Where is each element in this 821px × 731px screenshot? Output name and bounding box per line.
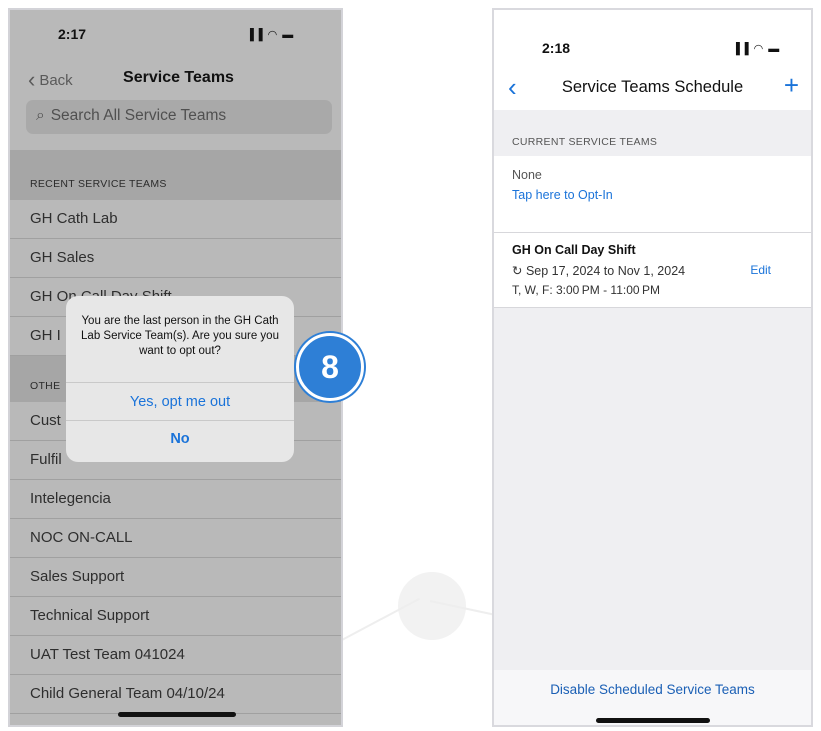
schedule-card[interactable]: GH On Call Day Shift ↻ Sep 17, 2024 to N… <box>494 233 811 308</box>
search-icon: ⌕ <box>36 107 45 124</box>
disable-scheduled-teams-button[interactable]: Disable Scheduled Service Teams <box>494 682 811 697</box>
nav-bar: ‹ Service Teams Schedule + <box>494 70 811 110</box>
edit-schedule-button[interactable]: Edit <box>750 263 771 277</box>
opt-in-link[interactable]: Tap here to Opt-In <box>512 188 613 202</box>
step-number-badge: 8 <box>296 333 364 401</box>
signal-wifi-battery-icon: ▐▐ ◠ ▬ <box>732 43 781 55</box>
list-item[interactable]: Child General Team 04/10/24 <box>10 675 341 714</box>
right-phone-screen: 2:18 ▐▐ ◠ ▬ ‹ Service Teams Schedule + C… <box>492 8 813 727</box>
home-indicator <box>596 718 710 723</box>
section-header-recent: RECENT SERVICE TEAMS <box>10 150 341 200</box>
list-item[interactable]: Technical Support <box>10 597 341 636</box>
nav-bar: ‹ Back Service Teams <box>10 60 341 100</box>
list-item[interactable]: Intelegencia <box>10 480 341 519</box>
schedule-team-name: GH On Call Day Shift <box>512 243 636 257</box>
status-time: 2:18 <box>542 40 571 56</box>
alert-message: You are the last person in the GH Cath L… <box>81 315 279 357</box>
list-item[interactable]: Sales Support <box>10 558 341 597</box>
search-placeholder: Search All Service Teams <box>50 107 227 124</box>
opt-out-cancel-button[interactable]: No <box>66 420 294 457</box>
section-header-label: RECENT SERVICE TEAMS <box>30 178 167 190</box>
current-teams-value: None <box>512 168 542 182</box>
current-teams-card: None Tap here to Opt-In <box>494 156 811 233</box>
list-item[interactable]: GH Sales <box>10 239 341 278</box>
schedule-date-range: ↻ Sep 17, 2024 to Nov 1, 2024 <box>512 264 686 278</box>
page-title: Service Teams <box>123 69 234 86</box>
page-title: Service Teams Schedule <box>561 78 744 96</box>
opt-out-alert-dialog: You are the last person in the GH Cath L… <box>66 296 294 462</box>
add-icon[interactable]: + <box>784 70 799 101</box>
status-time: 2:17 <box>58 26 87 42</box>
section-header-current: CURRENT SERVICE TEAMS <box>512 136 658 148</box>
signal-wifi-battery-icon: ▐▐ ◠ ▬ <box>246 29 295 41</box>
list-item[interactable]: UAT Test Team 041024 <box>10 636 341 675</box>
schedule-days-times: T, W, F: 3:00 PM - 11:00 PM <box>512 283 660 297</box>
section-header-label: OTHE <box>30 380 61 392</box>
list-item[interactable]: NOC ON-CALL <box>10 519 341 558</box>
list-item[interactable]: GH Cath Lab <box>10 200 341 239</box>
status-bar: 2:17 ▐▐ ◠ ▬ <box>10 10 341 56</box>
home-indicator <box>118 712 236 717</box>
search-input[interactable]: ⌕ Search All Service Teams <box>26 100 332 134</box>
opt-out-confirm-button[interactable]: Yes, opt me out <box>66 382 294 419</box>
